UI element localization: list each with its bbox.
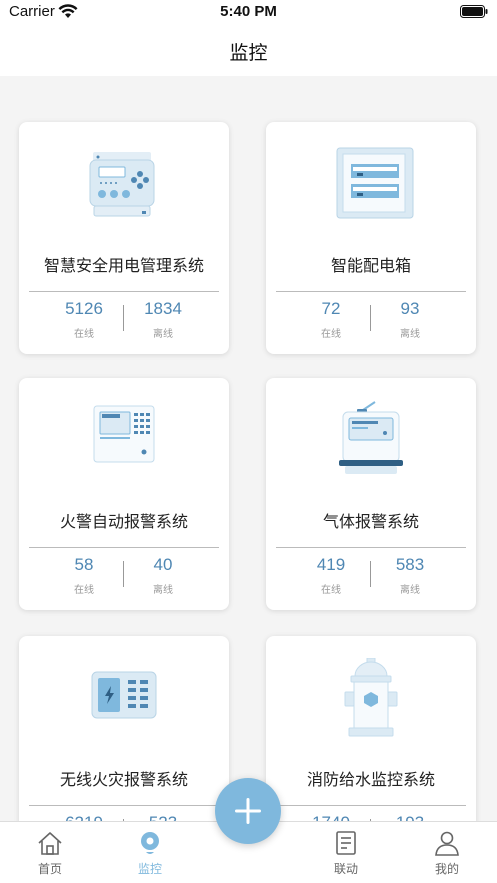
divider (276, 805, 466, 806)
divider (276, 291, 466, 292)
offline-count: 523 (123, 813, 203, 821)
fire-hydrant-icon (344, 658, 398, 737)
offline-stat: 40 离线 (123, 555, 203, 596)
divider (29, 805, 219, 806)
offline-label: 离线 (400, 585, 420, 596)
system-card-fire-alarm[interactable]: 火警自动报警系统 58 在线 40 离线 (19, 378, 229, 610)
online-stat: 6219 在线 (44, 813, 124, 821)
offline-stat: 523 离线 (123, 813, 203, 821)
navigation-bar: 监控 (0, 26, 497, 76)
online-stat: 5126 在线 (44, 299, 124, 340)
power-meter-icon (89, 152, 155, 217)
plus-icon (235, 798, 261, 824)
system-card-smart-electric[interactable]: 智慧安全用电管理系统 5126 在线 1834 离线 (19, 122, 229, 354)
add-button[interactable] (215, 778, 281, 844)
online-count: 419 (316, 555, 346, 574)
offline-count: 1834 (144, 299, 182, 318)
online-stat: 1740 在线 (291, 813, 371, 821)
tab-label: 我的 (434, 862, 459, 876)
offline-label: 离线 (153, 585, 173, 596)
online-label: 在线 (321, 329, 341, 340)
system-name: 智能配电箱 (330, 256, 411, 275)
online-label: 在线 (74, 329, 94, 340)
clock: 5:40 PM (220, 3, 277, 20)
system-card-fire-water[interactable]: 消防给水监控系统 1740 在线 193 离线 (266, 636, 476, 821)
system-name: 火警自动报警系统 (59, 512, 188, 531)
person-icon (435, 831, 459, 856)
system-name: 无线火灾报警系统 (59, 770, 188, 789)
tab-label: 监控 (137, 862, 162, 876)
online-stat: 58 在线 (44, 555, 124, 596)
tab-label: 联动 (333, 862, 358, 876)
online-count: 58 (74, 555, 94, 574)
offline-stat: 1834 离线 (123, 299, 203, 340)
document-icon (336, 831, 356, 855)
divider (276, 547, 466, 548)
divider (29, 291, 219, 292)
online-count: 5126 (65, 299, 103, 318)
home-icon (38, 832, 62, 855)
offline-count: 193 (370, 813, 450, 821)
tab-label: 首页 (37, 862, 62, 876)
system-card-wireless-fire[interactable]: 无线火灾报警系统 6219 在线 523 离线 (19, 636, 229, 821)
online-label: 在线 (74, 585, 94, 596)
online-label: 在线 (321, 585, 341, 596)
gas-alarm-icon (339, 401, 403, 474)
system-card-distribution-box[interactable]: 智能配电箱 72 在线 93 离线 (266, 122, 476, 354)
divider (29, 547, 219, 548)
offline-stat: 193 离线 (370, 813, 450, 821)
tab-profile[interactable]: 我的 (417, 830, 477, 877)
offline-label: 离线 (153, 329, 173, 340)
monitor-location-icon (141, 832, 159, 854)
system-name: 智慧安全用电管理系统 (43, 256, 204, 275)
offline-count: 93 (400, 299, 420, 318)
online-count: 1740 (291, 813, 371, 821)
online-stat: 419 在线 (291, 555, 371, 596)
wireless-alarm-icon (91, 671, 157, 719)
system-grid: 智慧安全用电管理系统 5126 在线 1834 离线 智能配电箱 72 在线 9… (0, 88, 497, 821)
system-card-gas-alarm[interactable]: 气体报警系统 419 在线 583 离线 (266, 378, 476, 610)
offline-stat: 93 离线 (370, 299, 450, 340)
system-name: 消防给水监控系统 (306, 770, 435, 789)
battery-icon (460, 5, 488, 18)
online-stat: 72 在线 (291, 299, 371, 340)
tab-monitor[interactable]: 监控 (120, 830, 180, 877)
fire-alarm-panel-icon (93, 405, 155, 463)
offline-stat: 583 离线 (370, 555, 450, 596)
system-name: 气体报警系统 (322, 512, 419, 531)
offline-label: 离线 (400, 329, 420, 340)
page-title: 监控 (229, 42, 268, 64)
offline-count: 40 (153, 555, 173, 574)
status-bar: Carrier 5:40 PM (0, 0, 497, 26)
distribution-box-icon (336, 147, 414, 219)
tab-home[interactable]: 首页 (20, 830, 80, 877)
online-count: 6219 (44, 813, 124, 821)
tab-linkage[interactable]: 联动 (316, 830, 376, 877)
offline-count: 583 (395, 555, 425, 574)
online-count: 72 (321, 299, 341, 318)
